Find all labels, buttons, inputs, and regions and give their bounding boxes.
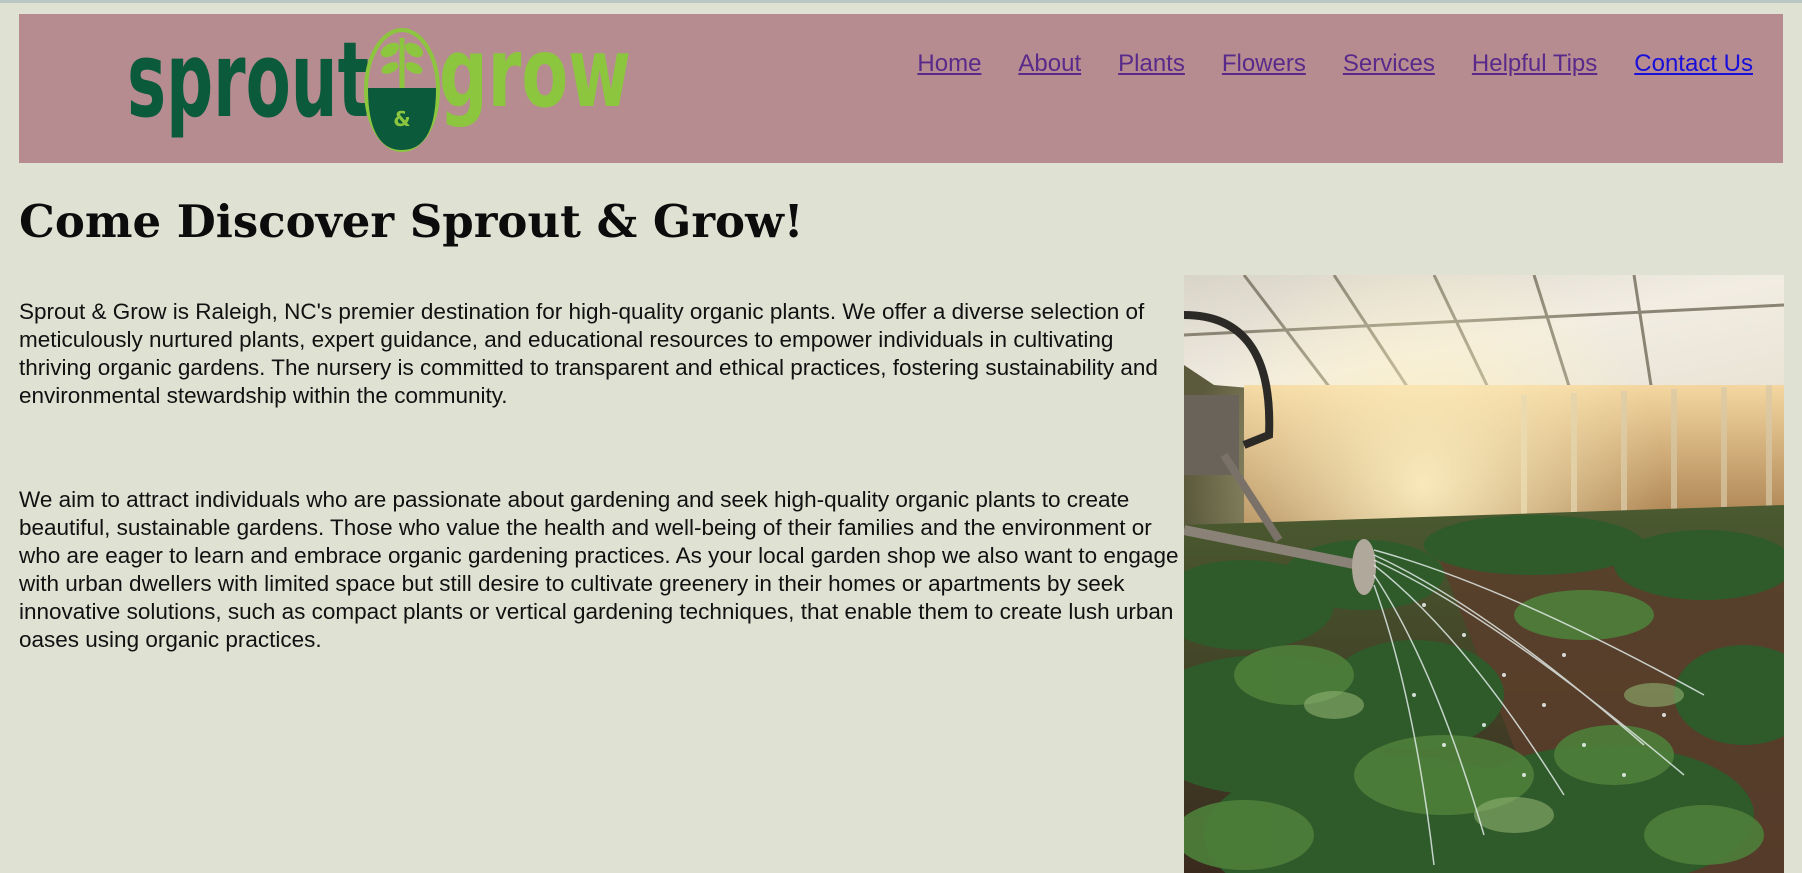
nav-link-about[interactable]: About xyxy=(1018,50,1081,78)
sprout-emblem-icon: & xyxy=(364,28,440,152)
main-content: Sprout & Grow is Raleigh, NC's premier d… xyxy=(19,298,1184,654)
nav-link-home[interactable]: Home xyxy=(917,50,981,78)
site-header: sprout & grow Home About Plants Flowers … xyxy=(19,14,1783,163)
audience-paragraph: We aim to attract individuals who are pa… xyxy=(19,487,1179,652)
nav-link-services[interactable]: Services xyxy=(1343,50,1435,78)
nav-link-contact-us[interactable]: Contact Us xyxy=(1634,50,1753,78)
main-nav: Home About Plants Flowers Services Helpf… xyxy=(880,50,1753,78)
nav-link-plants[interactable]: Plants xyxy=(1118,50,1185,78)
logo-ampersand: & xyxy=(393,107,410,131)
intro-paragraph: Sprout & Grow is Raleigh, NC's premier d… xyxy=(19,299,1158,408)
nav-link-flowers[interactable]: Flowers xyxy=(1222,50,1306,78)
sprout-and-grow-logo[interactable]: sprout & grow xyxy=(127,18,637,164)
logo-word-sprout: sprout xyxy=(127,19,369,141)
nav-link-helpful-tips[interactable]: Helpful Tips xyxy=(1472,50,1597,78)
top-border xyxy=(0,0,1802,3)
greenhouse-watering-photo xyxy=(1184,275,1784,873)
page-heading: Come Discover Sprout & Grow! xyxy=(19,195,804,248)
logo-word-grow: grow xyxy=(439,18,631,129)
